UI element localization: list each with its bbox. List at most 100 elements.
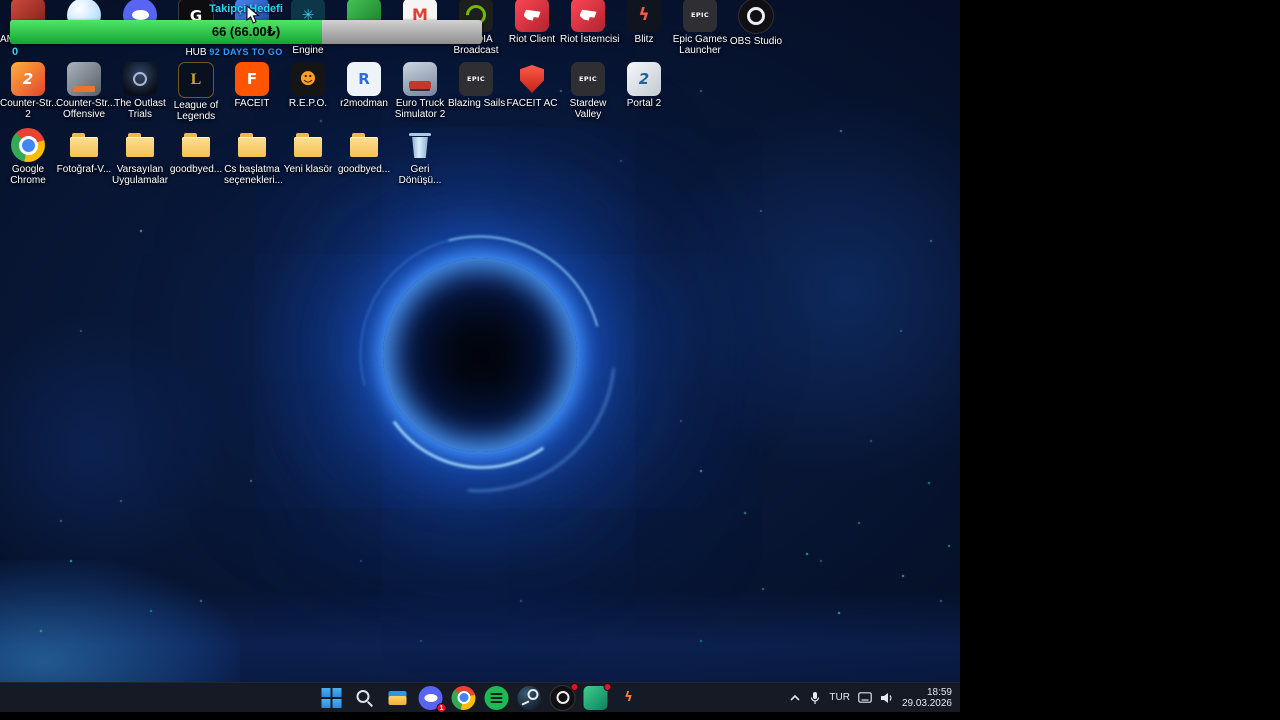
repo-icon: ☻ xyxy=(291,62,325,96)
desktop-icon-label: goodbyed... xyxy=(169,164,223,175)
discord-icon: 1 xyxy=(418,685,447,712)
desktop-icon-label: OBS Studio xyxy=(729,36,783,47)
desktop-icon-label: goodbyed... xyxy=(337,164,391,175)
desktop-icon-folder-goodbyed-2[interactable]: goodbyed... xyxy=(336,128,392,186)
desktop-icon-label: Stardew Valley xyxy=(569,98,607,120)
desktop-icon-label: r2modman xyxy=(340,98,388,109)
desktop-icon-counter-strike-2[interactable]: 2 Counter-Str... 2 xyxy=(0,62,60,120)
taskbar-pinned-apps: 1ϟ xyxy=(317,682,644,712)
desktop-icon-blazing-sails[interactable]: EPIC Blazing Sails xyxy=(448,62,506,120)
goal-countdown: 92 DAYS TO GO xyxy=(209,47,283,57)
desktop-icon-label: Blazing Sails xyxy=(448,98,506,109)
desktop-icon-grid: AMD SoftwareGHUB✳EngineMNVIDIABroadcastR… xyxy=(0,0,960,712)
obs-icon xyxy=(738,0,774,34)
desktop-icon-folder-goodbyed-1[interactable]: goodbyed... xyxy=(168,128,224,186)
desktop-icon-epic-games-launcher[interactable]: EPIC Epic Games Launcher xyxy=(672,0,728,56)
obs-studio-icon xyxy=(549,682,579,711)
desktop-icon-folder-yeni-klasor[interactable]: Yeni klasör xyxy=(280,128,336,186)
start-icon xyxy=(319,685,344,710)
taskbar-search-button[interactable] xyxy=(350,683,380,712)
desktop-icon-folder-varsayilan-uygulamalar[interactable]: Varsayılan Uygulamalar xyxy=(112,128,168,186)
desktop-icon-label: Portal 2 xyxy=(626,98,662,109)
desktop-icon-faceit-ac[interactable]: FACEIT AC xyxy=(504,62,560,120)
faceit-icon: F xyxy=(235,62,269,96)
outlast-icon xyxy=(123,62,157,96)
faceit-ac-icon xyxy=(515,62,549,96)
volume-icon[interactable] xyxy=(880,692,894,704)
desktop-icon-portal-2[interactable]: 2 Portal 2 xyxy=(616,62,672,120)
taskbar-discord-button[interactable]: 1 xyxy=(416,683,447,712)
desktop: AMD SoftwareGHUB✳EngineMNVIDIABroadcastR… xyxy=(0,0,960,712)
language-indicator[interactable]: TUR xyxy=(829,692,850,703)
desktop-icon-faceit[interactable]: F FACEIT xyxy=(224,62,280,120)
desktop-icon-label: Fotoğraf-V... xyxy=(56,164,112,175)
desktop-icon-riot-istemcisi[interactable]: Riot İstemcisi xyxy=(560,0,620,56)
epic-icon: EPIC xyxy=(571,62,605,96)
desktop-icon-google-chrome[interactable]: Google Chrome xyxy=(0,128,56,186)
taskbar-wallpaper-engine-button[interactable] xyxy=(581,682,612,712)
taskbar-spotify-button[interactable] xyxy=(482,683,512,712)
desktop-icon-label: R.E.P.O. xyxy=(288,98,328,109)
system-tray: TUR 18:59 29.03.2026 xyxy=(789,683,958,712)
desktop-icon-league-of-legends[interactable]: L League of Legends xyxy=(168,62,224,122)
folder-icon xyxy=(67,128,101,162)
notification-badge xyxy=(570,682,579,691)
desktop-icon-recycle-bin[interactable]: Geri Dönüşü... xyxy=(392,128,448,186)
folder-icon xyxy=(123,128,157,162)
desktop-icon-stardew-valley[interactable]: EPIC Stardew Valley xyxy=(560,62,616,120)
blitz-app-icon: ϟ xyxy=(616,685,641,710)
desktop-icon-label: Riot İstemcisi xyxy=(560,34,620,45)
file-explorer-icon xyxy=(386,686,410,710)
desktop-icon-obs-studio[interactable]: OBS Studio xyxy=(728,0,784,58)
search-icon xyxy=(353,686,377,710)
portal2-icon: 2 xyxy=(627,62,661,96)
desktop-icon-label: Geri Dönüşü... xyxy=(398,164,442,186)
desktop-icon-r2modman[interactable]: Rr2modman xyxy=(336,62,392,120)
clock-date: 29.03.2026 xyxy=(901,697,952,709)
taskbar-start-button[interactable] xyxy=(317,683,347,712)
taskbar-file-explorer-button[interactable] xyxy=(383,683,413,712)
desktop-icon-riot-client[interactable]: Riot Client xyxy=(504,0,560,56)
keyboard-icon[interactable] xyxy=(858,692,872,703)
desktop-icon-label: Google Chrome xyxy=(10,164,46,186)
clock-time: 18:59 xyxy=(926,686,952,698)
wallpaper-engine-icon xyxy=(583,682,612,710)
riot-icon xyxy=(571,0,605,32)
ets2-icon xyxy=(403,62,437,96)
lol-icon: L xyxy=(178,62,214,98)
cs2-icon: 2 xyxy=(11,62,45,96)
desktop-icon-counter-strike-offensive[interactable]: Counter-Str... Offensive xyxy=(56,62,115,120)
desktop-icon-folder-cs-baslatma[interactable]: Cs başlatma seçenekleri... xyxy=(224,128,283,186)
desktop-icon-euro-truck-simulator-2[interactable]: Euro Truck Simulator 2 xyxy=(392,62,448,120)
desktop-icon-folder-fotograf[interactable]: Fotoğraf-V... xyxy=(56,128,112,186)
taskbar-clock[interactable]: 18:59 29.03.2026 xyxy=(902,687,952,709)
r2mm-icon: R xyxy=(347,62,381,96)
taskbar-steam-button[interactable] xyxy=(515,683,545,712)
notification-badge xyxy=(603,682,612,691)
csgo-icon xyxy=(67,62,101,96)
folder-icon xyxy=(179,128,213,162)
desktop-icon-label: The Outlast Trials xyxy=(114,98,166,120)
taskbar-blitz-app-button[interactable]: ϟ xyxy=(614,683,644,712)
desktop-icon-repo[interactable]: ☻ R.E.P.O. xyxy=(280,62,336,120)
recycle-icon xyxy=(403,128,437,162)
taskbar-chrome-button[interactable] xyxy=(449,683,479,712)
blitz-icon: ϟ xyxy=(627,0,661,32)
desktop-icon-label: FACEIT xyxy=(234,98,270,109)
mouse-cursor xyxy=(246,5,260,24)
chrome-icon xyxy=(451,685,476,710)
microphone-icon[interactable] xyxy=(809,691,821,705)
epic-icon: EPIC xyxy=(683,0,717,32)
epic-icon: EPIC xyxy=(459,62,493,96)
desktop-icon-blitz[interactable]: ϟ Blitz xyxy=(616,0,672,56)
folder-icon xyxy=(235,128,269,162)
desktop-icon-the-outlast-trials[interactable]: The Outlast Trials xyxy=(112,62,168,120)
desktop-icon-label: Blitz xyxy=(634,34,654,45)
taskbar-obs-studio-button[interactable] xyxy=(548,682,579,712)
desktop-icon-label: Varsayılan Uygulamalar xyxy=(112,164,169,186)
desktop-icon-label: League of Legends xyxy=(173,100,219,122)
screen: AMD SoftwareGHUB✳EngineMNVIDIABroadcastR… xyxy=(0,0,1280,720)
tray-overflow-chevron-icon[interactable] xyxy=(789,692,801,704)
desktop-icon-label: Epic Games Launcher xyxy=(672,34,728,56)
desktop-icon-label: Counter-Str... 2 xyxy=(0,98,60,120)
